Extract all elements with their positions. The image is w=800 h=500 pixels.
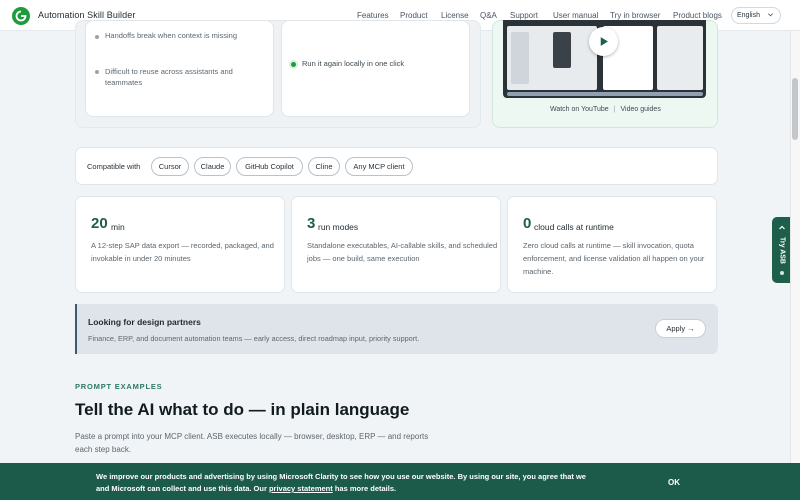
stat-description: Standalone executables, AI-callable skil… <box>307 241 498 263</box>
thumb-dock <box>507 92 703 96</box>
solution-item: Run it again locally in one click <box>302 59 405 68</box>
nav-qa[interactable]: Q&A <box>480 11 497 20</box>
section-eyebrow: PROMPT EXAMPLES <box>75 382 163 391</box>
stat-number: 20 <box>91 215 108 232</box>
status-dot-icon <box>780 271 784 275</box>
chip-claude[interactable]: Claude <box>194 157 231 176</box>
check-dot-icon <box>291 62 296 67</box>
stat-card-run-modes: 3 run modes Standalone executables, AI-c… <box>291 196 501 293</box>
try-asb-side-tab[interactable]: Try ASB <box>772 217 792 283</box>
thumb-phone <box>553 32 571 68</box>
chevron-up-icon <box>778 224 786 234</box>
stat-card-cloud-calls: 0 cloud calls at runtime Zero cloud call… <box>507 196 717 293</box>
nav-support[interactable]: Support <box>510 11 538 20</box>
stat-unit: cloud calls at runtime <box>534 222 614 232</box>
stat-number: 3 <box>307 215 316 232</box>
stat-unit: run modes <box>318 222 359 232</box>
stat-number: 0 <box>523 215 532 232</box>
partners-description: Finance, ERP, and document automation te… <box>88 334 420 343</box>
stat-description: A 12-step SAP data export — recorded, pa… <box>91 241 274 263</box>
nav-features[interactable]: Features <box>357 11 389 20</box>
solution-card: Run it again locally in one click <box>281 20 470 117</box>
language-select[interactable]: English <box>731 7 781 24</box>
chip-any-mcp-client[interactable]: Any MCP client <box>345 157 413 176</box>
compatibility-row: Compatible with Cursor Claude GitHub Cop… <box>75 147 718 185</box>
scrollbar-thumb[interactable] <box>792 78 798 140</box>
section-headline: Tell the AI what to do — in plain langua… <box>75 400 410 419</box>
partners-title: Looking for design partners <box>88 317 201 327</box>
chip-cursor[interactable]: Cursor <box>151 157 189 176</box>
watch-on-youtube-link[interactable]: Watch on YouTube <box>550 106 609 113</box>
cookie-ok-button[interactable]: OK <box>668 478 680 487</box>
nav-try-in-browser[interactable]: Try in browser <box>610 11 660 20</box>
thumb-sidebar <box>511 32 529 84</box>
language-value: English <box>737 12 760 19</box>
problem-card: Handoffs break when context is missing D… <box>85 20 274 117</box>
thumb-window-right <box>657 26 703 90</box>
problem-item-1: Handoffs break when context is missing <box>105 31 238 40</box>
bullet-icon <box>95 35 99 39</box>
cookie-message: We improve our products and advertising … <box>96 471 596 495</box>
nav-license[interactable]: License <box>441 11 469 20</box>
nav-product-blogs[interactable]: Product blogs <box>673 11 722 20</box>
compat-label: Compatible with <box>87 162 141 171</box>
cookie-text-after: has more details. <box>332 484 397 493</box>
stat-card-time: 20 min A 12-step SAP data export — recor… <box>75 196 285 293</box>
apply-button[interactable]: Apply → <box>655 319 706 338</box>
chip-github-copilot[interactable]: GitHub Copilot <box>236 157 303 176</box>
play-icon[interactable] <box>589 27 618 56</box>
chevron-down-icon <box>767 11 774 20</box>
stat-description: Zero cloud calls at runtime — skill invo… <box>523 241 705 276</box>
separator: | <box>613 106 616 113</box>
stat-unit: min <box>111 222 125 232</box>
cookie-banner: We improve our products and advertising … <box>0 463 800 500</box>
design-partners-callout: Looking for design partners Finance, ERP… <box>75 304 718 354</box>
video-guides-link[interactable]: Video guides <box>620 106 660 113</box>
side-tab-label: Try ASB <box>778 237 786 264</box>
video-links: Watch on YouTube | Video guides <box>550 106 661 113</box>
chip-cline[interactable]: Cline <box>308 157 340 176</box>
brand-name[interactable]: Automation Skill Builder <box>38 10 135 20</box>
nav-product[interactable]: Product <box>400 11 428 20</box>
section-lead: Paste a prompt into your MCP client. ASB… <box>75 432 429 454</box>
nav-user-manual[interactable]: User manual <box>553 11 598 20</box>
brand-logo-icon[interactable] <box>12 7 30 25</box>
bullet-icon <box>95 70 99 74</box>
problem-item-2: Difficult to reuse across assistants and… <box>105 67 233 87</box>
privacy-statement-link[interactable]: privacy statement <box>269 484 333 493</box>
